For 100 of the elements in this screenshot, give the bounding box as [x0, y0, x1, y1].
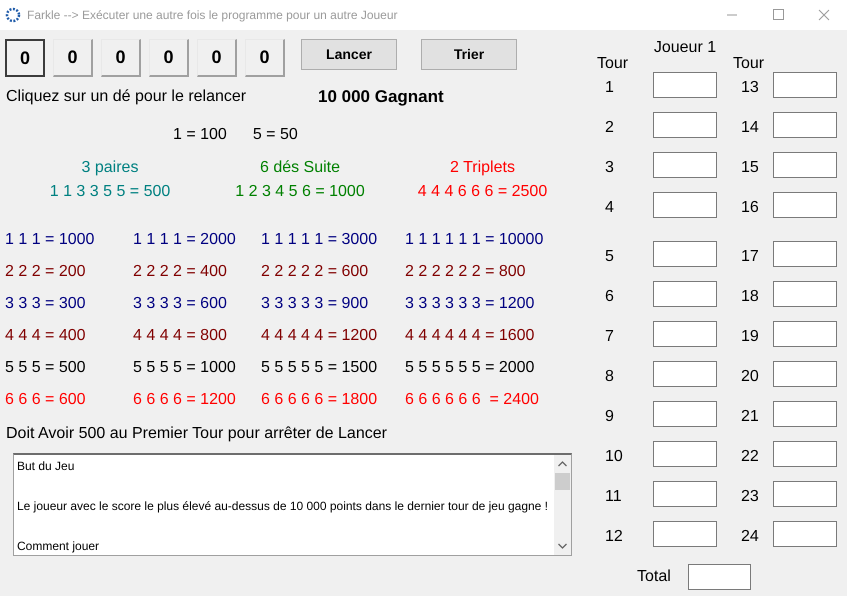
turn-number: 19: [741, 327, 759, 347]
turn-number: 15: [741, 158, 759, 178]
die-button[interactable]: 0: [149, 39, 189, 77]
score-field[interactable]: [653, 72, 717, 98]
turn-number: 11: [605, 487, 622, 507]
turn-number: 21: [741, 407, 759, 427]
score-field[interactable]: [773, 112, 837, 138]
score-rule: 1 1 1 = 1000: [5, 230, 96, 250]
score-rule: 3 3 3 3 3 = 900: [261, 294, 370, 314]
score-rule: 2 2 2 = 200: [5, 262, 87, 282]
scrollbar-thumb[interactable]: [555, 473, 570, 490]
combo-title: 6 dés Suite: [260, 158, 340, 178]
turn-number: 14: [741, 118, 759, 138]
score-rule: 2 2 2 2 = 400: [133, 262, 228, 282]
turn-number: 6: [605, 287, 614, 307]
score-rule: 6 6 6 6 6 = 1800: [261, 390, 378, 410]
player-name: Joueur 1: [654, 39, 716, 57]
score-field[interactable]: [773, 361, 837, 387]
total-label: Total: [637, 567, 671, 587]
rule-text: Doit Avoir 500 au Premier Tour pour arrêter de Lancer: [6, 424, 388, 444]
turn-number: 4: [605, 198, 614, 218]
combo-example: 4 4 4 6 6 6 = 2500: [418, 182, 548, 202]
score-rule: 6 6 6 6 = 1200: [133, 390, 237, 410]
turn-number: 23: [741, 487, 759, 507]
score-rule: 4 4 4 4 4 4 = 1600: [405, 326, 536, 346]
score-field[interactable]: [773, 152, 837, 178]
score-rule: 3 3 3 = 300: [5, 294, 87, 314]
window-title: Farkle --> Exécuter une autre fois le programme pour un autre Joueur: [27, 7, 398, 24]
turn-number: 12: [605, 527, 623, 547]
die-button[interactable]: 0: [101, 39, 141, 77]
score-rule: 1 1 1 1 1 = 3000: [261, 230, 378, 250]
turn-number: 5: [605, 247, 614, 267]
combo-example: 1 1 3 3 5 5 = 500: [50, 182, 170, 202]
scrollbar[interactable]: [554, 455, 571, 555]
score-field[interactable]: [653, 281, 717, 307]
score-field[interactable]: [653, 401, 717, 427]
turn-number: 7: [605, 327, 614, 347]
score-field[interactable]: [773, 441, 837, 467]
turn-number: 13: [741, 78, 759, 98]
score-field[interactable]: [653, 361, 717, 387]
score-field[interactable]: [653, 321, 717, 347]
column-header: Tour: [733, 55, 764, 73]
score-field[interactable]: [653, 152, 717, 178]
rules-text-box[interactable]: But du Jeu Le joueur avec le score le plus élevé au-dessus de 10 000 points dans le dernier tour de jeu gagne ! Comment jouer: [13, 453, 572, 556]
turn-number: 2: [605, 118, 614, 138]
score-field[interactable]: [773, 72, 837, 98]
score-field[interactable]: [653, 441, 717, 467]
turn-number: 20: [741, 367, 759, 387]
rules-paragraph: Le joueur avec le score le plus élevé au-dessus de 10 000 points dans le dernier tour de jeu gagne !: [17, 498, 550, 515]
score-field[interactable]: [653, 192, 717, 218]
turn-number: 17: [741, 247, 759, 267]
die-button[interactable]: 0: [5, 39, 45, 77]
column-header: Tour: [597, 55, 628, 73]
score-field[interactable]: [773, 281, 837, 307]
score-rule: 5 5 5 5 = 1000: [133, 358, 237, 378]
turn-number: 22: [741, 447, 759, 467]
score-field[interactable]: [773, 401, 837, 427]
score-field[interactable]: [653, 521, 717, 547]
app-icon: [5, 7, 21, 23]
rules-paragraph: But du Jeu: [17, 458, 76, 475]
die-button[interactable]: 0: [245, 39, 285, 77]
roll-button[interactable]: Lancer: [301, 39, 397, 70]
die-button[interactable]: 0: [197, 39, 237, 77]
score-rule: 5 5 5 5 5 5 = 2000: [405, 358, 536, 378]
total-field[interactable]: [688, 564, 751, 590]
score-rule: 2 2 2 2 2 = 600: [261, 262, 370, 282]
turn-number: 10: [605, 447, 623, 467]
score-rule: 3 3 3 3 3 3 = 1200: [405, 294, 536, 314]
score-rule: 3 3 3 3 = 600: [133, 294, 228, 314]
score-rule: 4 4 4 4 4 = 1200: [261, 326, 378, 346]
score-rule: 5 5 5 5 5 = 1500: [261, 358, 378, 378]
goal-text: 10 000 Gagnant: [318, 86, 444, 108]
score-rule: 5 = 50: [252, 125, 298, 145]
score-field[interactable]: [653, 112, 717, 138]
score-rule: 6 6 6 = 600: [5, 390, 87, 410]
sort-button[interactable]: Trier: [421, 39, 517, 70]
combo-title: 3 paires: [82, 158, 138, 178]
score-field[interactable]: [653, 241, 717, 267]
score-field[interactable]: [653, 481, 717, 507]
turn-number: 1: [605, 78, 614, 98]
score-field[interactable]: [773, 241, 837, 267]
turn-number: 24: [741, 527, 759, 547]
scroll-down-icon[interactable]: [558, 543, 567, 549]
score-rule: 4 4 4 4 = 800: [133, 326, 228, 346]
score-rule: 5 5 5 = 500: [5, 358, 87, 378]
score-rule: 1 = 100: [173, 125, 227, 145]
instruction-text: Cliquez sur un dé pour le relancer: [6, 87, 248, 107]
score-rule: 1 1 1 1 = 2000: [133, 230, 237, 250]
die-button[interactable]: 0: [53, 39, 93, 77]
score-rule: 1 1 1 1 1 1 = 10000: [405, 230, 544, 250]
score-field[interactable]: [773, 521, 837, 547]
score-field[interactable]: [773, 192, 837, 218]
scroll-up-icon[interactable]: [558, 461, 567, 467]
score-rule: 6 6 6 6 6 6 = 2400: [405, 390, 540, 410]
score-field[interactable]: [773, 481, 837, 507]
turn-number: 3: [605, 158, 614, 178]
turn-number: 16: [741, 198, 759, 218]
combo-example: 1 2 3 4 5 6 = 1000: [235, 182, 365, 202]
score-field[interactable]: [773, 321, 837, 347]
combo-title: 2 Triplets: [450, 158, 515, 178]
